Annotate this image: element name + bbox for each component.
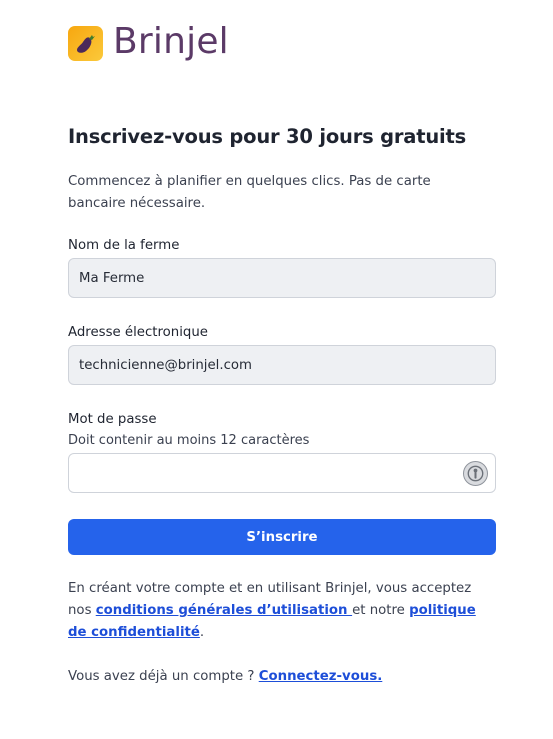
signup-button[interactable]: S’inscrire (68, 519, 496, 555)
legal-suffix: . (199, 625, 205, 640)
login-prompt-text: Vous avez déjà un compte ? (68, 669, 259, 684)
brand-logo[interactable]: Brinjel (68, 20, 229, 62)
password-hint: Doit contenir au moins 12 caractères (68, 433, 310, 448)
brand-name: Brinjel (113, 20, 229, 62)
eggplant-icon (68, 26, 103, 61)
password-input[interactable] (68, 453, 496, 493)
farm-name-label: Nom de la ferme (68, 238, 180, 253)
page-title: Inscrivez-vous pour 30 jours gratuits (68, 125, 467, 148)
login-prompt: Vous avez déjà un compte ? Connectez-vou… (68, 666, 382, 688)
farm-name-input[interactable] (68, 258, 496, 298)
page-subtitle: Commencez à planifier en quelques clics.… (68, 174, 431, 211)
terms-link[interactable]: conditions générales d’utilisation (96, 603, 352, 618)
login-link[interactable]: Connectez-vous. (259, 669, 383, 684)
password-manager-icon[interactable] (463, 461, 488, 486)
email-label: Adresse électronique (68, 325, 208, 340)
password-label: Mot de passe (68, 412, 157, 427)
email-input[interactable] (68, 345, 496, 385)
legal-middle: et notre (352, 603, 410, 618)
legal-notice: En créant votre compte et en utilisant B… (68, 578, 488, 644)
